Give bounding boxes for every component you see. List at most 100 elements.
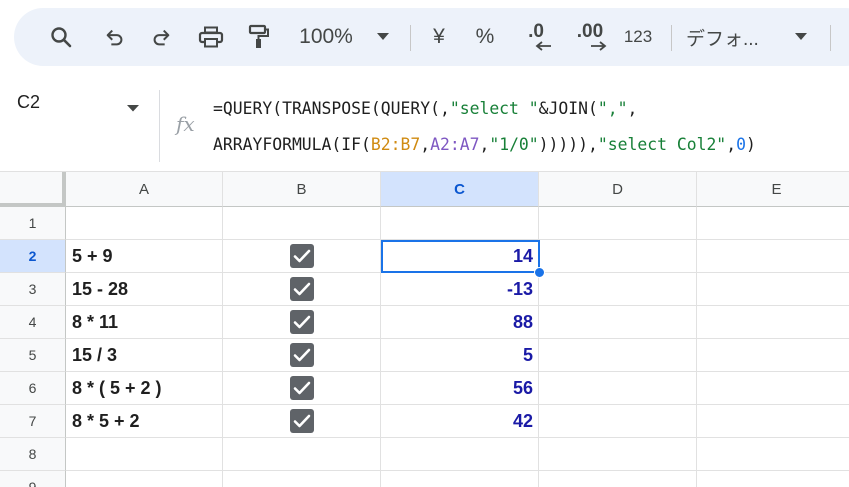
checkbox-checked[interactable]	[289, 376, 314, 400]
search-icon	[51, 27, 72, 48]
percent-format-button[interactable]: %	[470, 8, 500, 66]
checkmark-icon	[293, 315, 310, 329]
cell-c8[interactable]	[381, 438, 539, 471]
cell-b7[interactable]	[223, 405, 381, 438]
cell-c3[interactable]: -13	[381, 273, 539, 306]
cell-e2[interactable]	[697, 240, 849, 273]
cell-e9[interactable]	[697, 471, 849, 487]
cell-e5[interactable]	[697, 339, 849, 372]
cell-a4[interactable]: 8 * 11	[66, 306, 223, 339]
cell-e1[interactable]	[697, 207, 849, 240]
cell-a3[interactable]: 15 - 28	[66, 273, 223, 306]
sheet-grid: A B C D E 125 + 9 14 3 15 - 28 -13 4 8 * 11 88 5…	[0, 172, 849, 487]
cell-c1[interactable]	[381, 207, 539, 240]
cell-d2[interactable]	[539, 240, 697, 273]
row-header-9[interactable]: 9	[0, 471, 66, 487]
cell-b3[interactable]	[223, 273, 381, 306]
column-header-c[interactable]: C	[381, 172, 539, 207]
currency-format-button[interactable]: ¥	[424, 8, 454, 66]
cell-e6[interactable]	[697, 372, 849, 405]
decrease-decimal-button[interactable]: .0	[518, 8, 554, 66]
cell-d7[interactable]	[539, 405, 697, 438]
cell-e4[interactable]	[697, 306, 849, 339]
cell-a5[interactable]: 15 / 3	[66, 339, 223, 372]
paint-format-button[interactable]	[242, 8, 276, 66]
percent-symbol: %	[475, 25, 495, 48]
cell-a6[interactable]: 8 * ( 5 + 2 )	[66, 372, 223, 405]
column-header-e[interactable]: E	[697, 172, 849, 207]
cell-a7[interactable]: 8 * 5 + 2	[66, 405, 223, 438]
row-header-8[interactable]: 8	[0, 438, 66, 471]
row-header-2[interactable]: 2	[0, 240, 66, 273]
checkbox-checked[interactable]	[289, 277, 314, 301]
caret-down-icon	[377, 33, 389, 40]
search-menus-button[interactable]	[44, 8, 78, 66]
zoom-select[interactable]: 100%	[294, 8, 358, 66]
cell-b4[interactable]	[223, 306, 381, 339]
cell-a9[interactable]	[66, 471, 223, 487]
cell-d5[interactable]	[539, 339, 697, 372]
cell-d8[interactable]	[539, 438, 697, 471]
toolbar-divider	[410, 25, 411, 51]
select-all-corner[interactable]	[0, 172, 66, 207]
formula-part: ,	[726, 135, 737, 154]
cell-c5[interactable]: 5	[381, 339, 539, 372]
cell-e8[interactable]	[697, 438, 849, 471]
toolbar-divider	[671, 25, 672, 51]
row-header-5[interactable]: 5	[0, 339, 66, 372]
row-header-1[interactable]: 1	[0, 207, 66, 240]
cell-c6[interactable]: 56	[381, 372, 539, 405]
cell-a1[interactable]	[66, 207, 223, 240]
column-header-b[interactable]: B	[223, 172, 381, 207]
increase-decimal-button[interactable]: .00	[570, 8, 610, 66]
checkbox-checked[interactable]	[289, 310, 314, 334]
formula-part: )	[745, 135, 756, 154]
font-dropdown-button[interactable]	[790, 8, 812, 66]
cell-c7[interactable]: 42	[381, 405, 539, 438]
name-box[interactable]: C2	[17, 92, 40, 113]
cell-b1[interactable]	[223, 207, 381, 240]
cell-c9[interactable]	[381, 471, 539, 487]
formula-input[interactable]: =QUERY(TRANSPOSE(QUERY(,"select "&JOIN("…	[213, 91, 756, 163]
row-header-7[interactable]: 7	[0, 405, 66, 438]
column-header-a[interactable]: A	[66, 172, 223, 207]
column-header-d[interactable]: D	[539, 172, 697, 207]
toolbar-area: 100% ¥ % .0 .00 123 デフォ...	[0, 0, 849, 82]
checkbox-checked[interactable]	[289, 343, 314, 367]
cell-e3[interactable]	[697, 273, 849, 306]
cell-d3[interactable]	[539, 273, 697, 306]
row-header-4[interactable]: 4	[0, 306, 66, 339]
cell-b5[interactable]	[223, 339, 381, 372]
paint-roller-icon	[248, 24, 269, 48]
formula-bar-divider	[159, 90, 160, 162]
more-formats-button[interactable]: 123	[618, 8, 658, 66]
cell-e7[interactable]	[697, 405, 849, 438]
row-header-6[interactable]: 6	[0, 372, 66, 405]
cell-b2[interactable]	[223, 240, 381, 273]
cell-b8[interactable]	[223, 438, 381, 471]
redo-button[interactable]	[144, 8, 178, 66]
formula-number: 0	[736, 135, 746, 154]
cell-d4[interactable]	[539, 306, 697, 339]
font-select[interactable]: デフォ...	[686, 8, 778, 66]
checkbox-checked[interactable]	[289, 409, 314, 433]
row-header-3[interactable]: 3	[0, 273, 66, 306]
cell-a2[interactable]: 5 + 9	[66, 240, 223, 273]
checkbox-checked[interactable]	[289, 244, 314, 268]
zoom-dropdown-button[interactable]	[372, 8, 394, 66]
cell-d9[interactable]	[539, 471, 697, 487]
formula-string: "select Col2"	[597, 135, 727, 154]
cell-c2[interactable]: 14	[381, 240, 539, 273]
cell-b9[interactable]	[223, 471, 381, 487]
checkmark-icon	[293, 381, 310, 395]
undo-button[interactable]	[98, 8, 132, 66]
formula-part: &JOIN(	[538, 99, 598, 118]
fill-handle[interactable]	[534, 267, 545, 278]
cell-b6[interactable]	[223, 372, 381, 405]
cell-d6[interactable]	[539, 372, 697, 405]
cell-c4[interactable]: 88	[381, 306, 539, 339]
cell-d1[interactable]	[539, 207, 697, 240]
name-box-dropdown[interactable]	[127, 99, 139, 117]
print-button[interactable]	[194, 8, 228, 66]
cell-a8[interactable]	[66, 438, 223, 471]
